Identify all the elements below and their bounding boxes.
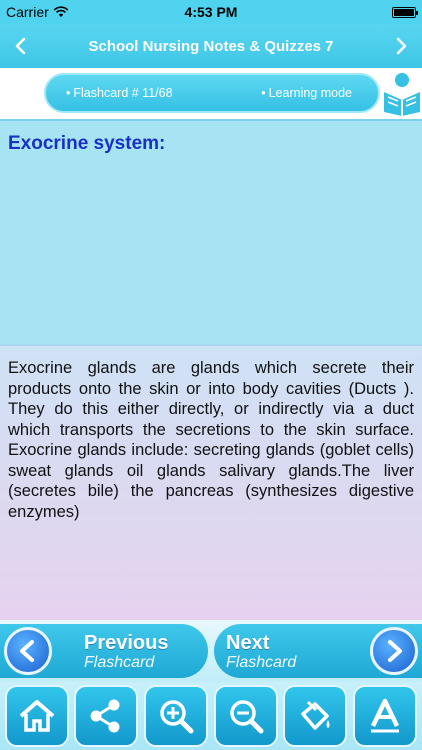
share-button[interactable] bbox=[74, 685, 139, 747]
battery-fill bbox=[394, 8, 414, 16]
forward-button[interactable] bbox=[382, 24, 422, 68]
chevron-right-icon bbox=[396, 37, 407, 55]
bottom-toolbar bbox=[0, 682, 422, 750]
pager-bar: Previous Flashcard Next Flashcard bbox=[0, 620, 422, 682]
zoom-out-button[interactable] bbox=[213, 685, 278, 747]
next-label: Next bbox=[226, 632, 270, 654]
home-button[interactable] bbox=[4, 685, 69, 747]
info-row: Flashcard # 11/68 Learning mode bbox=[0, 68, 422, 118]
question-text: Exocrine system: bbox=[8, 133, 166, 154]
previous-sublabel: Flashcard bbox=[84, 654, 155, 671]
answer-panel: Exocrine glands are glands which secrete… bbox=[0, 344, 422, 620]
paint-bucket-icon bbox=[301, 700, 330, 730]
wifi-icon bbox=[53, 6, 69, 17]
nav-bar: School Nursing Notes & Quizzes 7 bbox=[0, 24, 422, 68]
zoom-in-icon bbox=[160, 700, 194, 734]
page-title: School Nursing Notes & Quizzes 7 bbox=[88, 37, 334, 55]
status-bar: Carrier 4:53 PM bbox=[0, 0, 422, 24]
mode-label: Learning mode bbox=[261, 86, 352, 100]
next-flashcard-button[interactable]: Next Flashcard bbox=[214, 624, 422, 678]
question-panel: Exocrine system: bbox=[0, 119, 422, 344]
chevron-left-icon bbox=[15, 37, 26, 55]
previous-flashcard-button[interactable]: Previous Flashcard bbox=[0, 624, 208, 678]
share-icon bbox=[90, 699, 120, 733]
reading-student-icon[interactable] bbox=[382, 70, 422, 116]
flashcard-counter: Flashcard # 11/68 bbox=[66, 86, 172, 100]
battery-icon bbox=[392, 6, 418, 18]
status-right bbox=[392, 6, 418, 18]
previous-label: Previous bbox=[84, 632, 169, 654]
info-pill: Flashcard # 11/68 Learning mode bbox=[44, 73, 380, 113]
next-sublabel: Flashcard bbox=[226, 654, 297, 671]
back-button[interactable] bbox=[0, 24, 40, 68]
home-icon bbox=[19, 700, 55, 732]
zoom-out-icon bbox=[230, 700, 264, 734]
next-arrow-icon bbox=[370, 627, 418, 675]
zoom-in-button[interactable] bbox=[144, 685, 209, 747]
font-icon bbox=[371, 698, 400, 733]
font-button[interactable] bbox=[353, 685, 418, 747]
answer-text: Exocrine glands are glands which secrete… bbox=[8, 359, 414, 521]
status-left: Carrier bbox=[6, 4, 69, 20]
previous-arrow-icon bbox=[4, 627, 52, 675]
carrier-label: Carrier bbox=[6, 4, 49, 20]
paint-bucket-button[interactable] bbox=[283, 685, 348, 747]
